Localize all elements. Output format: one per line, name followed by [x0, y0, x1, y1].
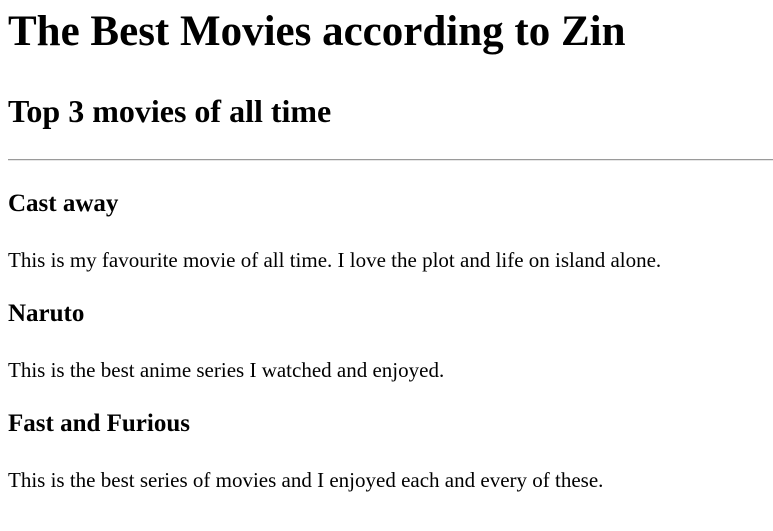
- page-title: The Best Movies according to Zin: [8, 8, 626, 55]
- movie-item: Fast and Furious This is the best series…: [8, 382, 773, 492]
- movie-item: Naruto This is the best anime series I w…: [8, 272, 773, 382]
- movie-list: Cast away This is my favourite movie of …: [8, 161, 773, 492]
- movie-title: Naruto: [8, 300, 85, 327]
- page-content: The Best Movies according to Zin Top 3 m…: [0, 0, 773, 492]
- movie-description: This is my favourite movie of all time. …: [8, 248, 662, 272]
- page-subtitle: Top 3 movies of all time: [8, 93, 332, 129]
- movie-description: This is the best anime series I watched …: [8, 358, 445, 382]
- movie-item: Cast away This is my favourite movie of …: [8, 161, 773, 272]
- movie-title: Cast away: [8, 190, 119, 217]
- movie-title: Fast and Furious: [8, 410, 190, 437]
- movie-description: This is the best series of movies and I …: [8, 468, 604, 492]
